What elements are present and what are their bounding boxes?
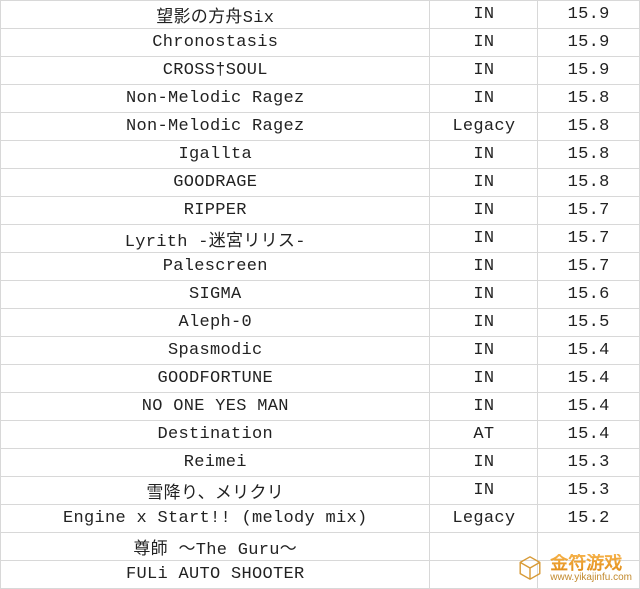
song-cell: Lyrith -迷宮リリス- (1, 225, 430, 253)
difficulty-cell: IN (430, 253, 538, 281)
table-row: SpasmodicIN15.4 (1, 337, 640, 365)
difficulty-cell: IN (430, 393, 538, 421)
rating-cell: 15.9 (538, 1, 640, 29)
song-cell: 望影の方舟Six (1, 1, 430, 29)
table-row: ReimeiIN15.3 (1, 449, 640, 477)
rating-cell: 15.8 (538, 141, 640, 169)
rating-cell: 15.6 (538, 281, 640, 309)
table-row: ChronostasisIN15.9 (1, 29, 640, 57)
table-row: 望影の方舟SixIN15.9 (1, 1, 640, 29)
difficulty-cell: Legacy (430, 113, 538, 141)
table-row: GOODRAGEIN15.8 (1, 169, 640, 197)
difficulty-cell: IN (430, 197, 538, 225)
rating-cell: 15.2 (538, 505, 640, 533)
table-row: CROSS†SOULIN15.9 (1, 57, 640, 85)
rating-cell: 15.8 (538, 85, 640, 113)
song-cell: Aleph-0 (1, 309, 430, 337)
difficulty-cell: AT (430, 421, 538, 449)
difficulty-cell: IN (430, 365, 538, 393)
song-cell: 尊師 ～The Guru～ (1, 533, 430, 561)
song-cell: Igallta (1, 141, 430, 169)
difficulty-cell: Legacy (430, 505, 538, 533)
difficulty-cell: IN (430, 477, 538, 505)
table-row: RIPPERIN15.7 (1, 197, 640, 225)
difficulty-cell: IN (430, 1, 538, 29)
rating-table-body: 望影の方舟SixIN15.9ChronostasisIN15.9CROSS†SO… (1, 1, 640, 589)
table-row: Lyrith -迷宮リリス-IN15.7 (1, 225, 640, 253)
rating-cell: 15.4 (538, 393, 640, 421)
rating-cell: 15.4 (538, 421, 640, 449)
rating-cell: 15.7 (538, 197, 640, 225)
song-cell: Destination (1, 421, 430, 449)
song-cell: RIPPER (1, 197, 430, 225)
table-row: Non-Melodic RagezLegacy15.8 (1, 113, 640, 141)
difficulty-cell: IN (430, 281, 538, 309)
difficulty-cell: IN (430, 141, 538, 169)
rating-cell: 15.3 (538, 449, 640, 477)
song-cell: GOODFORTUNE (1, 365, 430, 393)
rating-cell: 15.5 (538, 309, 640, 337)
table-row: FULi AUTO SHOOTER (1, 561, 640, 589)
rating-cell: 15.7 (538, 225, 640, 253)
table-row: IgalltaIN15.8 (1, 141, 640, 169)
song-cell: Spasmodic (1, 337, 430, 365)
difficulty-cell: IN (430, 169, 538, 197)
rating-cell: 15.4 (538, 337, 640, 365)
difficulty-cell: IN (430, 337, 538, 365)
difficulty-cell: IN (430, 29, 538, 57)
difficulty-cell: IN (430, 225, 538, 253)
song-cell: FULi AUTO SHOOTER (1, 561, 430, 589)
song-cell: Chronostasis (1, 29, 430, 57)
table-row: 雪降り、メリクリIN15.3 (1, 477, 640, 505)
difficulty-cell: IN (430, 449, 538, 477)
difficulty-cell (430, 561, 538, 589)
rating-cell (538, 561, 640, 589)
difficulty-cell: IN (430, 85, 538, 113)
song-cell: NO ONE YES MAN (1, 393, 430, 421)
table-row: GOODFORTUNEIN15.4 (1, 365, 640, 393)
rating-cell: 15.8 (538, 113, 640, 141)
table-row: NO ONE YES MANIN15.4 (1, 393, 640, 421)
song-cell: Non-Melodic Ragez (1, 113, 430, 141)
rating-cell: 15.9 (538, 57, 640, 85)
difficulty-cell (430, 533, 538, 561)
rating-cell: 15.9 (538, 29, 640, 57)
table-row: PalescreenIN15.7 (1, 253, 640, 281)
table-row: 尊師 ～The Guru～ (1, 533, 640, 561)
rating-cell: 15.7 (538, 253, 640, 281)
difficulty-cell: IN (430, 309, 538, 337)
song-cell: CROSS†SOUL (1, 57, 430, 85)
rating-cell: 15.8 (538, 169, 640, 197)
song-cell: Reimei (1, 449, 430, 477)
song-cell: Palescreen (1, 253, 430, 281)
rating-cell: 15.4 (538, 365, 640, 393)
song-cell: Engine x Start!! (melody mix) (1, 505, 430, 533)
song-cell: Non-Melodic Ragez (1, 85, 430, 113)
song-cell: SIGMA (1, 281, 430, 309)
rating-cell (538, 533, 640, 561)
table-row: SIGMAIN15.6 (1, 281, 640, 309)
table-row: DestinationAT15.4 (1, 421, 640, 449)
rating-cell: 15.3 (538, 477, 640, 505)
table-row: Engine x Start!! (melody mix)Legacy15.2 (1, 505, 640, 533)
difficulty-cell: IN (430, 57, 538, 85)
song-cell: GOODRAGE (1, 169, 430, 197)
table-row: Non-Melodic RagezIN15.8 (1, 85, 640, 113)
song-cell: 雪降り、メリクリ (1, 477, 430, 505)
table-row: Aleph-0IN15.5 (1, 309, 640, 337)
rating-table: 望影の方舟SixIN15.9ChronostasisIN15.9CROSS†SO… (0, 0, 640, 589)
